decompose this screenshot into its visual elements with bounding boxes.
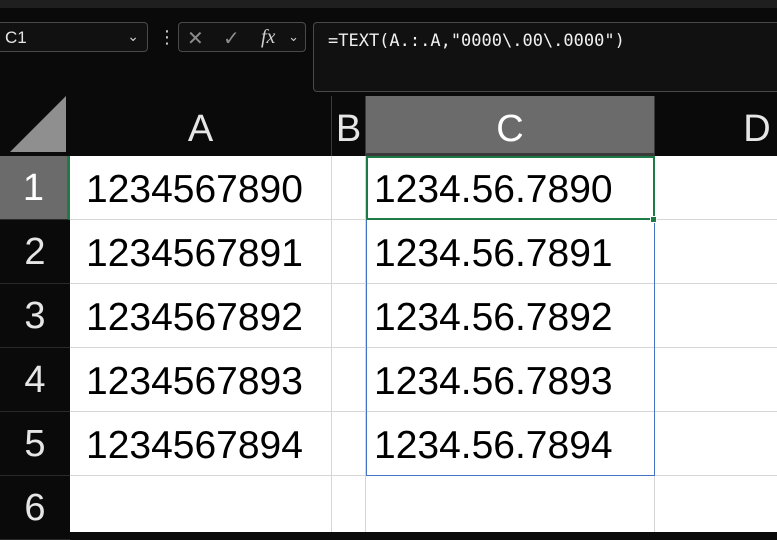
cell-a2[interactable]: 1234567891 — [70, 220, 332, 284]
formula-text: =TEXT(A.:.A,"0000\.00\.0000") — [328, 31, 625, 51]
column-header-c[interactable]: C — [366, 96, 655, 156]
row-header-1[interactable]: 1 — [0, 156, 70, 220]
select-all-corner[interactable] — [0, 96, 70, 156]
cell-a5[interactable]: 1234567894 — [70, 412, 332, 476]
cell-value: 1234567894 — [86, 424, 303, 467]
cell-value: 1234.56.7893 — [374, 360, 613, 403]
spreadsheet-grid: A B C D 1 2 3 4 5 6 1234567890 1234.56.7… — [0, 96, 777, 540]
cell-a1[interactable]: 1234567890 — [70, 156, 332, 220]
cell-value: 1234.56.7894 — [374, 424, 613, 467]
cell-d2[interactable] — [655, 220, 777, 284]
cell-value: 1234.56.7891 — [374, 232, 613, 275]
name-box[interactable]: C1 ⌄ — [0, 22, 148, 52]
formula-input[interactable]: =TEXT(A.:.A,"0000\.00\.0000") — [313, 22, 777, 92]
cell-value: 1234567891 — [86, 232, 303, 275]
close-icon[interactable]: ✕ — [187, 26, 204, 51]
formula-bar-row: C1 ⌄ ⋮ ✕ ✓ fx ⌄ =TEXT(A.:.A,"0000\.00\.0… — [0, 8, 777, 98]
cell-value: 1234.56.7892 — [374, 296, 613, 339]
row-header-4[interactable]: 4 — [0, 348, 70, 412]
cell-b1[interactable] — [332, 156, 366, 220]
cell-d3[interactable] — [655, 284, 777, 348]
row-header-6[interactable]: 6 — [0, 476, 70, 540]
cell-c3[interactable]: 1234.56.7892 — [366, 284, 655, 348]
cell-value: 1234.56.7890 — [374, 168, 613, 211]
column-header-b[interactable]: B — [332, 96, 366, 156]
cell-a6[interactable] — [70, 476, 332, 532]
fill-handle[interactable] — [650, 216, 657, 223]
cell-c5[interactable]: 1234.56.7894 — [366, 412, 655, 476]
name-box-value: C1 — [5, 28, 27, 47]
row-header-3[interactable]: 3 — [0, 284, 70, 348]
cell-c1[interactable]: 1234.56.7890 — [366, 156, 655, 220]
cell-b4[interactable] — [332, 348, 366, 412]
fx-icon[interactable]: fx — [261, 26, 275, 49]
cell-value: 1234567892 — [86, 296, 303, 339]
check-icon[interactable]: ✓ — [223, 26, 240, 51]
cell-b3[interactable] — [332, 284, 366, 348]
cell-d1[interactable] — [655, 156, 777, 220]
cell-d4[interactable] — [655, 348, 777, 412]
cell-b5[interactable] — [332, 412, 366, 476]
row-header-2[interactable]: 2 — [0, 220, 70, 284]
column-header-d[interactable]: D — [655, 96, 777, 156]
cell-c2[interactable]: 1234.56.7891 — [366, 220, 655, 284]
cell-b6[interactable] — [332, 476, 366, 532]
cell-d6[interactable] — [655, 476, 777, 532]
chevron-down-icon[interactable]: ⌄ — [288, 29, 299, 45]
select-all-triangle-icon — [10, 96, 66, 152]
cell-value: 1234567890 — [86, 168, 303, 211]
row-header-5[interactable]: 5 — [0, 412, 70, 476]
cell-d5[interactable] — [655, 412, 777, 476]
more-options-icon[interactable]: ⋮ — [158, 26, 176, 50]
chevron-down-icon[interactable]: ⌄ — [127, 28, 139, 45]
cell-c4[interactable]: 1234.56.7893 — [366, 348, 655, 412]
column-header-a[interactable]: A — [70, 96, 332, 156]
formula-actions: ✕ ✓ fx ⌄ — [178, 22, 306, 52]
cell-value: 1234567893 — [86, 360, 303, 403]
cell-b2[interactable] — [332, 220, 366, 284]
cell-c6[interactable] — [366, 476, 655, 532]
cell-a4[interactable]: 1234567893 — [70, 348, 332, 412]
cell-a3[interactable]: 1234567892 — [70, 284, 332, 348]
